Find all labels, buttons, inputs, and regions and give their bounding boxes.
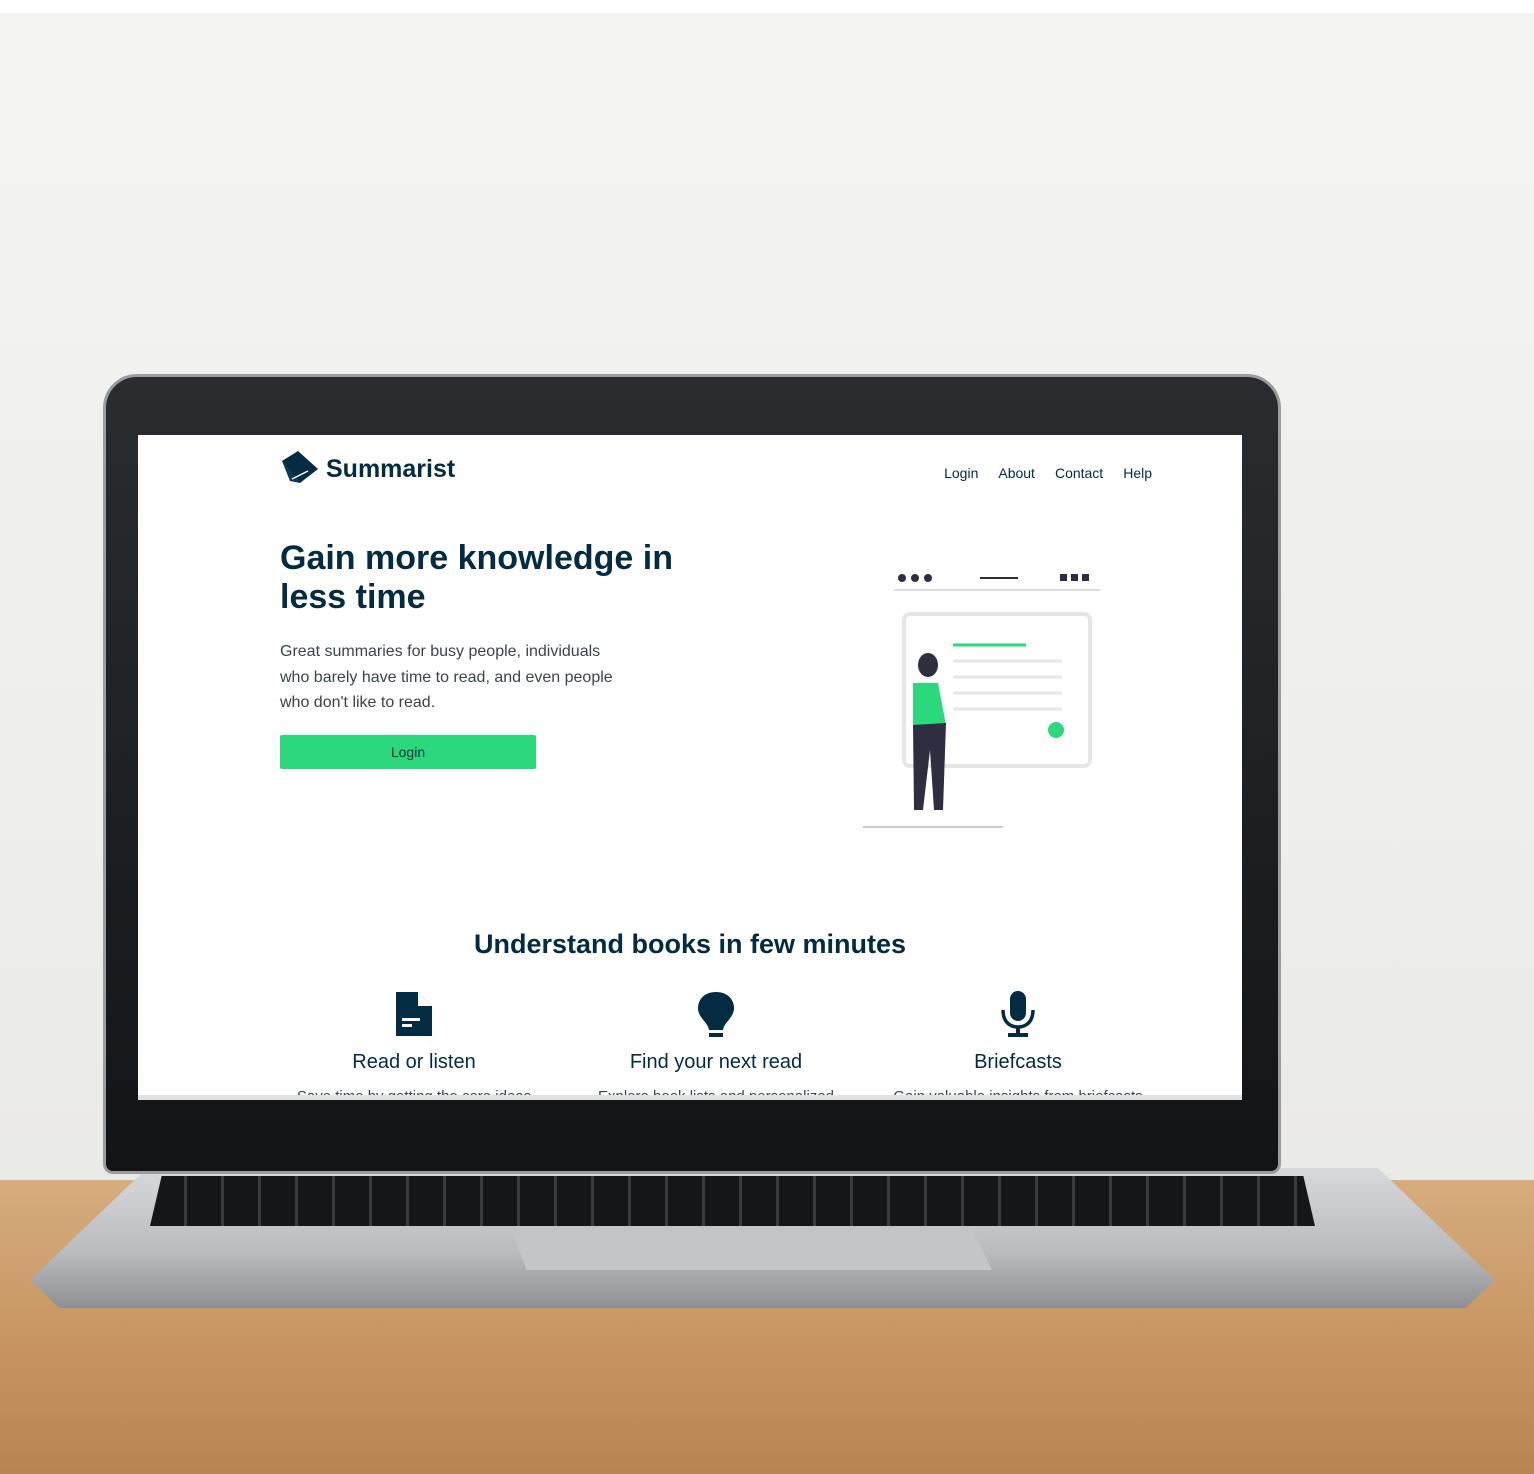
document-icon — [396, 992, 432, 1036]
hero-login-button[interactable]: Login — [280, 735, 536, 769]
features-title: Understand books in few minutes — [473, 929, 907, 959]
feature-title: Read or listen — [352, 1051, 476, 1073]
feature-find-next-read: Find your next read Explore book lists a… — [566, 990, 866, 1100]
feature-title: Briefcasts — [974, 1051, 1062, 1073]
keyboard — [150, 1176, 1315, 1226]
logo[interactable]: Summarist — [280, 449, 455, 489]
feature-read-or-listen: Read or listen Save time by getting the … — [264, 990, 564, 1100]
nav-bar: Login About Contact Help — [944, 465, 1152, 481]
microphone-icon — [1001, 991, 1035, 1037]
nav-help[interactable]: Help — [1123, 465, 1152, 481]
trackpad — [512, 1230, 992, 1270]
hero-illustration — [863, 574, 1100, 828]
hero-subtitle: Great summaries for busy people, individ… — [280, 643, 613, 711]
feature-title: Find your next read — [629, 1051, 803, 1073]
nav-contact[interactable]: Contact — [1055, 465, 1103, 481]
screen-edge — [138, 1095, 1242, 1100]
nav-login[interactable]: Login — [944, 465, 978, 481]
feature-briefcasts: Briefcasts Gain valuable insights from b… — [868, 990, 1168, 1100]
nav-about[interactable]: About — [998, 465, 1035, 481]
laptop-screen: Summarist Login About Contact Help Gain … — [138, 435, 1242, 1100]
lightbulb-icon — [698, 992, 734, 1037]
top-border — [0, 0, 1534, 13]
logo-text: Summarist — [326, 454, 456, 483]
book-logo-icon — [282, 451, 318, 483]
hero-title: Gain more knowledge in less time — [280, 539, 673, 616]
